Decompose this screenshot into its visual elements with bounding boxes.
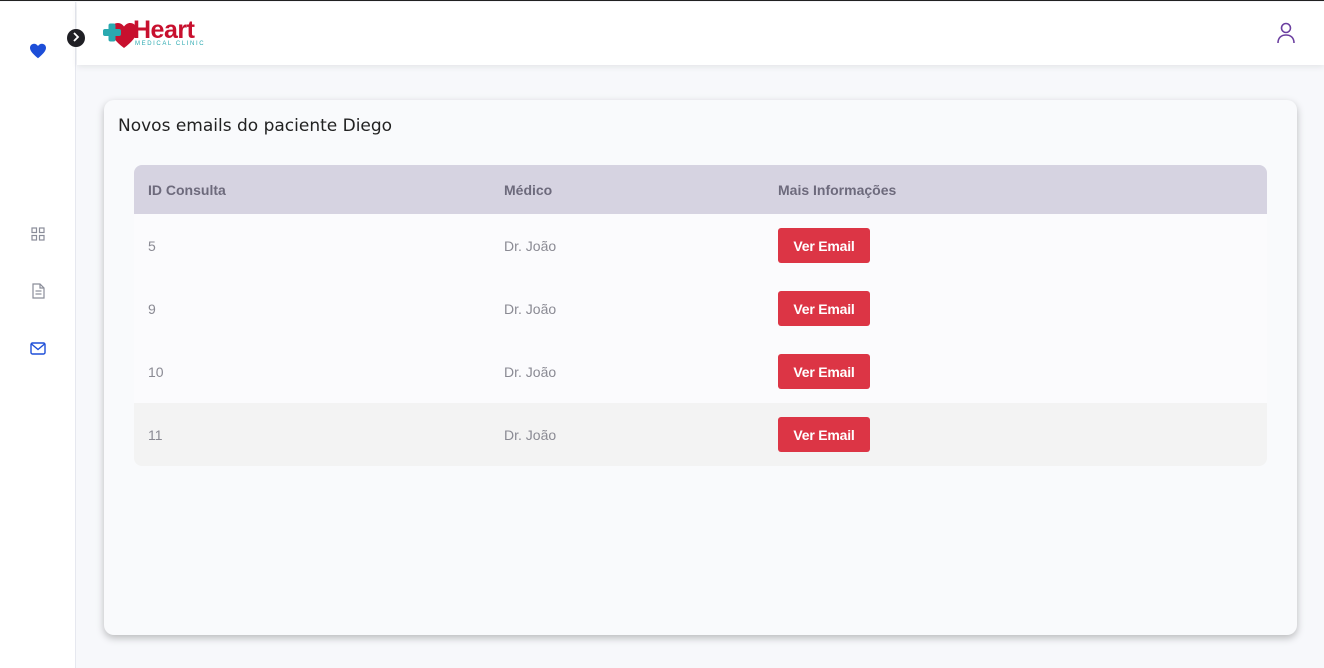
table-row: 9 Dr. João Ver Email bbox=[134, 277, 1267, 340]
view-email-button[interactable]: Ver Email bbox=[778, 291, 870, 326]
document-icon[interactable] bbox=[29, 282, 47, 300]
logo-heart-cross-icon bbox=[103, 23, 137, 48]
cell-doctor: Dr. João bbox=[504, 237, 557, 254]
cell-id: 10 bbox=[148, 363, 164, 380]
brand-name: Heart bbox=[133, 16, 195, 44]
brand-logo[interactable]: Heart MEDICAL CLINIC bbox=[103, 16, 213, 50]
brand-tagline: MEDICAL CLINIC bbox=[135, 41, 206, 47]
column-header-doctor: Médico bbox=[504, 181, 553, 198]
cell-doctor: Dr. João bbox=[504, 363, 557, 380]
page-title: Novos emails do paciente Diego bbox=[118, 116, 393, 136]
mail-icon[interactable] bbox=[29, 339, 47, 357]
chevron-right-icon bbox=[72, 29, 80, 47]
dashboard-grid-icon[interactable] bbox=[29, 225, 47, 243]
column-header-info: Mais Informações bbox=[778, 181, 897, 198]
cell-id: 5 bbox=[148, 237, 156, 254]
heart-icon[interactable] bbox=[29, 42, 47, 60]
view-email-button[interactable]: Ver Email bbox=[778, 228, 870, 263]
table-row: 5 Dr. João Ver Email bbox=[134, 214, 1267, 277]
cell-doctor: Dr. João bbox=[504, 300, 557, 317]
emails-card: Novos emails do paciente Diego ID Consul… bbox=[104, 100, 1297, 635]
cell-id: 11 bbox=[148, 426, 163, 443]
emails-table: ID Consulta Médico Mais Informações 5 Dr… bbox=[134, 165, 1267, 466]
table-header-row: ID Consulta Médico Mais Informações bbox=[134, 165, 1267, 214]
cell-id: 9 bbox=[148, 300, 156, 317]
table-row: 11 Dr. João Ver Email bbox=[134, 403, 1267, 466]
cell-doctor: Dr. João bbox=[504, 426, 557, 443]
table-row: 10 Dr. João Ver Email bbox=[134, 340, 1267, 403]
view-email-button[interactable]: Ver Email bbox=[778, 354, 870, 389]
top-header: Heart MEDICAL CLINIC bbox=[77, 2, 1324, 65]
sidebar-toggle-button[interactable] bbox=[67, 29, 85, 47]
user-profile-icon[interactable] bbox=[1276, 22, 1296, 44]
sidebar bbox=[0, 2, 76, 668]
view-email-button[interactable]: Ver Email bbox=[778, 417, 870, 452]
column-header-id: ID Consulta bbox=[148, 181, 226, 198]
